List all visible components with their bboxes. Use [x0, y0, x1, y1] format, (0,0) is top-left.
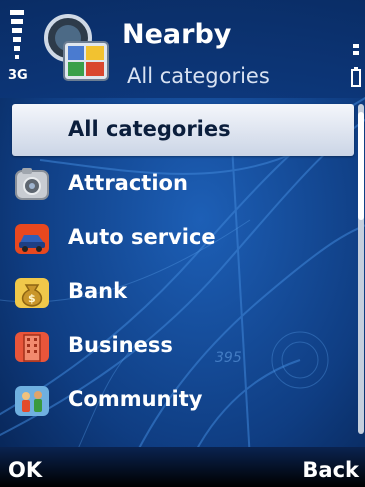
people-icon [15, 386, 49, 416]
back-softkey[interactable]: Back [302, 457, 359, 483]
app-title: Nearby [122, 19, 232, 50]
list-item-all-categories[interactable]: All categories [12, 104, 354, 156]
scrollbar-thumb[interactable] [358, 112, 364, 220]
category-list: All categories Attraction Auto service $… [12, 104, 354, 428]
camera-icon [15, 168, 49, 200]
ok-softkey[interactable]: OK [8, 457, 42, 483]
app-subtitle: All categories [127, 64, 270, 88]
list-item-auto-service[interactable]: Auto service [12, 212, 354, 266]
list-scrollbar[interactable] [358, 104, 364, 434]
list-item-label: Bank [68, 279, 128, 303]
list-item-label: All categories [68, 117, 231, 141]
battery-icon [351, 44, 361, 87]
car-icon [15, 224, 49, 254]
nearby-screen: 395 3G Nearby All categories All categor… [0, 0, 365, 487]
nearby-app-icon [44, 14, 109, 81]
money-bag-icon: $ [15, 278, 49, 308]
list-item-label: Community [68, 387, 203, 411]
list-item-label: Auto service [68, 225, 216, 249]
list-item-bank[interactable]: $ Bank [12, 266, 354, 320]
list-item-community[interactable]: Community [12, 374, 354, 428]
building-icon [15, 332, 49, 362]
svg-text:$: $ [28, 292, 36, 305]
network-type-label: 3G [8, 68, 28, 83]
list-item-label: Business [68, 333, 173, 357]
softkey-bar: OK Back [0, 447, 365, 487]
list-item-attraction[interactable]: Attraction [12, 158, 354, 212]
list-item-label: Attraction [68, 171, 188, 195]
list-item-business[interactable]: Business [12, 320, 354, 374]
